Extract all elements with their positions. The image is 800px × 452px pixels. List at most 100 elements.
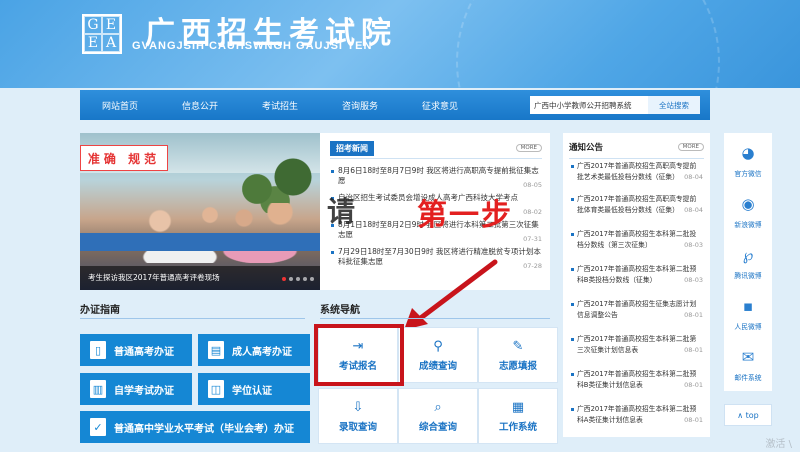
news-item-date: 07-31 (523, 235, 542, 243)
notice-item[interactable]: 广西2017年普通高校招生本科第二批第三次征集计划信息表 08-01 (571, 334, 703, 356)
site-logo[interactable]: G E E A (82, 14, 122, 54)
system-nav-title: 系统导航 (320, 305, 360, 316)
score-query-label: 成绩查询 (418, 360, 457, 372)
notice-item-text: 广西2017年普通高校招生本科第二批第三次征集计划信息表 (577, 335, 697, 354)
guide-divider (80, 318, 305, 319)
notice-item-text: 广西2017年普通高校招生本科第二批预科B类投档分数线（征集） (577, 265, 697, 284)
chart-icon: ▥ (90, 380, 106, 398)
score-query-button[interactable]: ⚲ 成绩查询 (398, 327, 478, 383)
certificate-icon: ◫ (208, 380, 224, 398)
guide-section-title: 办证指南 (80, 305, 120, 316)
application-fill-button[interactable]: ✎ 志愿填报 (478, 327, 558, 383)
news-item-date: 08-02 (523, 208, 542, 216)
guide-button-label: 普通高中学业水平考试（毕业会考）办证 (114, 423, 294, 435)
news-item-date: 07-28 (523, 262, 542, 270)
social-label: 官方微信 (734, 170, 762, 178)
tencent-weibo-icon: ℘ (736, 244, 760, 266)
social-item-tencent-weibo[interactable]: ℘ 腾讯微博 (724, 237, 772, 287)
social-label: 腾讯微博 (734, 272, 762, 280)
book-icon: ▤ (208, 341, 224, 359)
site-subtitle: GVANGJSIH CAUHSWNGH GAUJSI YEN (132, 40, 373, 52)
guide-button-label: 普通高考办证 (114, 346, 174, 358)
work-system-button[interactable]: ▦ 工作系统 (478, 388, 558, 444)
magnify-doc-icon: ⌕ (434, 399, 442, 415)
work-system-label: 工作系统 (498, 421, 537, 433)
slide-dot[interactable] (303, 277, 307, 281)
guide-button-gaokao[interactable]: ▯ 普通高考办证 (80, 334, 192, 366)
download-doc-icon: ⇩ (352, 399, 364, 415)
back-to-top-button[interactable]: ∧ top (724, 404, 772, 426)
notice-item-text: 广西2017年普通高校招生高职高专提前批艺术类最低投档分数线（征集） (577, 162, 697, 181)
social-item-sina-weibo[interactable]: ◉ 新浪微博 (724, 186, 772, 236)
social-item-mail[interactable]: ✉ 邮件系统 (724, 339, 772, 389)
guide-button-label: 学位认证 (232, 385, 272, 397)
guide-button-adult[interactable]: ▤ 成人高考办证 (198, 334, 310, 366)
guide-button-label: 自学考试办证 (114, 385, 174, 397)
notice-item[interactable]: 广西2017年普通高校招生本科第二批预科A类征集计划信息表 08-01 (571, 404, 703, 426)
site-header: G E E A 广西招生考试院 GVANGJSIH CAUHSWNGH GAUJ… (0, 0, 800, 88)
grid-doc-icon: ▦ (511, 399, 525, 415)
notice-item[interactable]: 广西2017年普通高校招生本科第二批预科B类投档分数线（征集） 08-03 (571, 264, 703, 286)
notice-item-date: 08-04 (682, 205, 703, 216)
overlay-text-first-step: 第一步 (417, 198, 513, 233)
document-icon: ▯ (90, 341, 106, 359)
news-item[interactable]: 8月6日18时至8月7日9时 我区将进行高职高专提前批征集志愿 08-05 (330, 166, 542, 189)
search-button[interactable]: 全站搜索 (648, 96, 700, 114)
notice-item[interactable]: 广西2017年普通高校招生本科第二批投档分数线（第三次征集） 08-03 (571, 229, 703, 251)
nav-item-exams[interactable]: 考试招生 (240, 99, 320, 112)
highlight-box (314, 324, 404, 386)
news-slideshow[interactable]: 准确 规范 考生探访我区2017年普通高考评卷现场 (80, 133, 320, 290)
logo-letter: A (102, 34, 120, 52)
notice-item[interactable]: 广西2017年普通高校招生征集志愿计划信息调整公告 08-01 (571, 299, 703, 321)
slide-dot[interactable] (282, 277, 286, 281)
news-item-text: 8月6日18时至8月7日9时 我区将进行高职高专提前批征集志愿 (338, 166, 539, 185)
notice-panel: 通知公告 MORE 广西2017年普通高校招生高职高专提前批艺术类最低投档分数线… (563, 133, 710, 437)
notice-item-date: 08-01 (682, 345, 703, 356)
logo-letter: E (84, 34, 102, 52)
social-label: 邮件系统 (734, 374, 762, 382)
nav-item-info[interactable]: 信息公开 (160, 99, 240, 112)
social-item-people-weibo[interactable]: ▪ 人民微博 (724, 288, 772, 338)
notice-item[interactable]: 广西2017年普通高校招生高职高专提前批艺术类最低投档分数线（征集） 08-04 (571, 161, 703, 183)
social-item-wechat[interactable]: ◕ 官方微信 (724, 135, 772, 185)
system-nav-divider (320, 318, 550, 319)
weibo-icon: ◉ (736, 193, 760, 215)
document-check-icon: ✓ (90, 418, 106, 436)
application-fill-label: 志愿填报 (498, 360, 537, 372)
nav-item-consult[interactable]: 咨询服务 (320, 99, 400, 112)
search-input[interactable] (530, 96, 648, 114)
admission-query-button[interactable]: ⇩ 录取查询 (318, 388, 398, 444)
social-label: 新浪微博 (734, 221, 762, 229)
notice-item-text: 广西2017年普通高校招生本科第二批预科B类征集计划信息表 (577, 370, 697, 389)
activation-watermark: 激活 \ (765, 439, 792, 450)
comprehensive-query-button[interactable]: ⌕ 综合查询 (398, 388, 478, 444)
logo-letter: E (102, 16, 120, 34)
people-weibo-icon: ▪ (736, 295, 760, 317)
news-header: 招考新闻 MORE (330, 141, 542, 159)
slide-dot[interactable] (289, 277, 293, 281)
social-label: 人民微博 (734, 323, 762, 331)
guide-button-self-study[interactable]: ▥ 自学考试办证 (80, 373, 192, 405)
slide-dots (282, 277, 314, 281)
notice-item-date: 08-01 (682, 415, 703, 426)
slide-dot[interactable] (310, 277, 314, 281)
notice-item-text: 广西2017年普通高校招生本科第二批投档分数线（第三次征集） (577, 230, 697, 249)
notice-more-button[interactable]: MORE (677, 143, 704, 151)
notice-item-date: 08-01 (682, 380, 703, 391)
notice-header: 通知公告 MORE (569, 141, 704, 159)
notice-item-date: 08-03 (682, 240, 703, 251)
notice-item-text: 广西2017年普通高校招生本科第二批预科A类征集计划信息表 (577, 405, 697, 424)
notice-item-text: 广西2017年普通高校招生高职高专提前批体育类最低投档分数线（征集） (577, 195, 697, 214)
guide-button-degree[interactable]: ◫ 学位认证 (198, 373, 310, 405)
slide-photo-table (80, 233, 320, 251)
nav-item-feedback[interactable]: 征求意见 (400, 99, 480, 112)
news-more-button[interactable]: MORE (515, 144, 542, 152)
guide-button-academic-level[interactable]: ✓ 普通高中学业水平考试（毕业会考）办证 (80, 411, 310, 443)
slide-dot[interactable] (296, 277, 300, 281)
nav-item-home[interactable]: 网站首页 (80, 99, 160, 112)
main-nav: 网站首页 信息公开 考试招生 咨询服务 征求意见 全站搜索 (80, 90, 710, 120)
news-item-date: 08-05 (523, 181, 542, 189)
notice-item[interactable]: 广西2017年普通高校招生本科第二批预科B类征集计划信息表 08-01 (571, 369, 703, 391)
search-icon: ⚲ (433, 338, 443, 354)
notice-item[interactable]: 广西2017年普通高校招生高职高专提前批体育类最低投档分数线（征集） 08-04 (571, 194, 703, 216)
